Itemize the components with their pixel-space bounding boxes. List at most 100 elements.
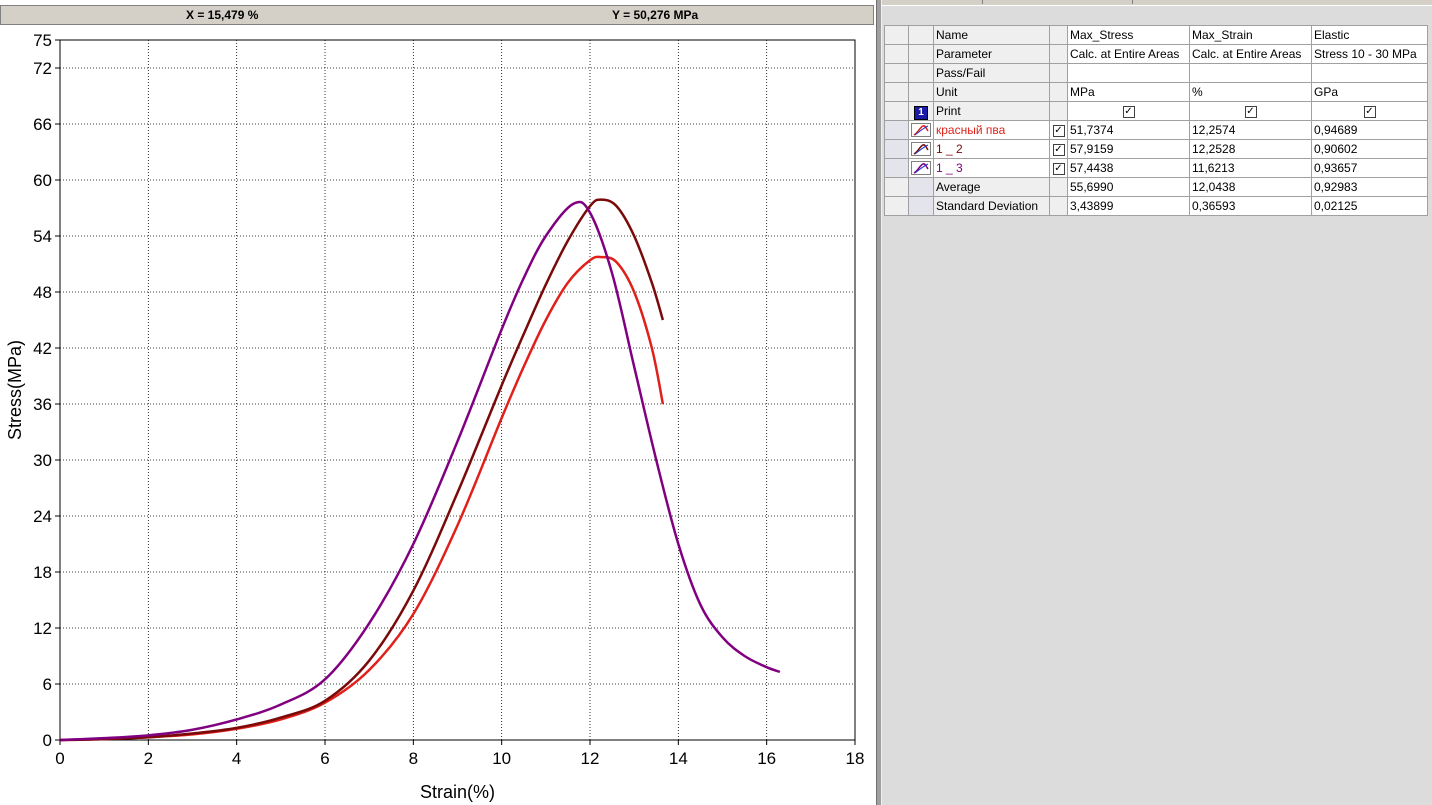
specimen-name[interactable]: 1 _ 2 (933, 139, 1050, 159)
cursor-y-readout: Y = 50,276 MPa (612, 8, 699, 22)
header-value-cell (1311, 63, 1428, 83)
y-tick-label: 12 (33, 619, 52, 638)
header-value-cell: Calc. at Entire Areas (1189, 44, 1312, 64)
tab-other[interactable] (982, 0, 1133, 4)
visibility-checkbox[interactable]: ✓ (1052, 162, 1065, 175)
max-stress-value: 57,4438 (1067, 158, 1190, 178)
header-value-cell: % (1189, 82, 1312, 102)
check-column-cell (1049, 196, 1068, 216)
y-tick-label: 18 (33, 563, 52, 582)
specimen-row[interactable]: 1 _ 3 ✓ 57,4438 11,6213 0,93657 (884, 158, 1428, 178)
plot-panel[interactable]: X = 15,479 % Y = 50,276 MPa 0 2 4 6 8 10 12 14 1… (0, 0, 876, 805)
elastic-stat: 0,92983 (1311, 177, 1428, 197)
curve-cell (908, 139, 934, 159)
print-checkbox[interactable]: ✓ (1122, 105, 1135, 118)
header-row-pass-fail: Pass/Fail (884, 63, 1428, 83)
x-tick-label: 18 (846, 749, 865, 768)
stress-strain-chart[interactable]: 0 2 4 6 8 10 12 14 16 180612182430364248546066727… (0, 26, 876, 805)
max-stress-stat: 55,6990 (1067, 177, 1190, 197)
series-line-2[interactable] (59, 198, 665, 742)
check-column-cell (1049, 177, 1068, 197)
row-selector[interactable] (884, 139, 909, 159)
max-strain-value: 11,6213 (1189, 158, 1312, 178)
x-tick-label: 8 (409, 749, 418, 768)
print-group-icon[interactable]: 1 (914, 106, 928, 120)
specimen-name[interactable]: красный пва (933, 120, 1050, 140)
check-column-cell (1049, 63, 1068, 83)
row-icon-cell (908, 82, 934, 102)
header-row-unit: Unit MPa% GPa (884, 82, 1428, 102)
y-tick-label: 30 (33, 451, 52, 470)
curve-icon (911, 142, 931, 156)
elastic-value: 0,90602 (1311, 139, 1428, 159)
print-cell[interactable]: ✓ (1067, 101, 1190, 121)
header-row-parameter: Parameter Calc. at Entire Areas Calc. at E… (884, 44, 1428, 64)
series-lines (59, 198, 781, 742)
check-column-cell (1049, 101, 1068, 121)
y-tick-label: 0 (43, 731, 52, 750)
row-selector[interactable] (884, 158, 909, 178)
print-cell[interactable]: ✓ (1189, 101, 1312, 121)
elastic-value: 0,93657 (1311, 158, 1428, 178)
y-tick-label: 72 (33, 59, 52, 78)
x-tick-label: 14 (669, 749, 688, 768)
y-tick-label: 42 (33, 339, 52, 358)
parameter-label: Pass/Fail (933, 63, 1050, 83)
visibility-checkbox[interactable]: ✓ (1052, 124, 1065, 137)
stats-row: Average 55,6990 12,0438 0,92983 (884, 177, 1428, 197)
visibility-cell[interactable]: ✓ (1049, 158, 1068, 178)
max-stress-value: 51,7374 (1067, 120, 1190, 140)
x-tick-label: 4 (232, 749, 241, 768)
results-table: Name Max_Stress Max_Strain Elastic Parameter… (884, 25, 1428, 216)
parameter-label: Print (933, 101, 1050, 121)
elastic-stat: 0,02125 (1311, 196, 1428, 216)
tab-results[interactable] (882, 0, 983, 4)
row-header-cell (884, 44, 909, 64)
curve-icon (911, 161, 931, 175)
row-icon-cell (908, 196, 934, 216)
visibility-cell[interactable]: ✓ (1049, 139, 1068, 159)
header-value-cell: Calc. at Entire Areas (1067, 44, 1190, 64)
elastic-value: 0,94689 (1311, 120, 1428, 140)
series-line-1[interactable] (59, 255, 665, 742)
curve-cell (908, 120, 934, 140)
visibility-checkbox[interactable]: ✓ (1052, 143, 1065, 156)
specimen-name[interactable]: 1 _ 3 (933, 158, 1050, 178)
stats-label: Average (933, 177, 1050, 197)
visibility-cell[interactable]: ✓ (1049, 120, 1068, 140)
max-stress-stat: 3,43899 (1067, 196, 1190, 216)
max-strain-value: 12,2528 (1189, 139, 1312, 159)
tab-strip (882, 0, 1432, 6)
stats-row: Standard Deviation 3,43899 0,36593 0,02125 (884, 196, 1428, 216)
row-icon-cell (908, 44, 934, 64)
row-header-cell (884, 25, 909, 45)
series-line-3[interactable] (59, 200, 781, 742)
print-cell[interactable]: ✓ (1311, 101, 1428, 121)
y-tick-label: 48 (33, 283, 52, 302)
x-tick-label: 6 (320, 749, 329, 768)
specimen-row[interactable]: 1 _ 2 ✓ 57,9159 12,2528 0,90602 (884, 139, 1428, 159)
row-header-cell (884, 63, 909, 83)
print-checkbox[interactable]: ✓ (1363, 105, 1376, 118)
max-strain-stat: 12,0438 (1189, 177, 1312, 197)
row-selector[interactable] (884, 120, 909, 140)
cursor-x-readout: X = 15,479 % (186, 8, 259, 22)
specimen-row[interactable]: красный пва ✓ 51,7374 12,2574 0,94689 (884, 120, 1428, 140)
y-tick-label: 6 (43, 675, 52, 694)
x-tick-label: 2 (144, 749, 153, 768)
header-value-cell: GPa (1311, 82, 1428, 102)
y-tick-label: 75 (33, 31, 52, 50)
max-stress-value: 57,9159 (1067, 139, 1190, 159)
y-tick-label: 54 (33, 227, 52, 246)
header-value-cell (1189, 63, 1312, 83)
parameter-label: Parameter (933, 44, 1050, 64)
y-axis-label: Stress(MPa) (5, 340, 25, 440)
max-strain-value: 12,2574 (1189, 120, 1312, 140)
header-row-print: 1 Print ✓ ✓ ✓ (884, 101, 1428, 121)
x-axis-label: Strain(%) (420, 782, 495, 802)
check-column-cell (1049, 44, 1068, 64)
print-checkbox[interactable]: ✓ (1244, 105, 1257, 118)
curve-cell (908, 158, 934, 178)
check-column-cell (1049, 82, 1068, 102)
header-value-cell: Elastic (1311, 25, 1428, 45)
